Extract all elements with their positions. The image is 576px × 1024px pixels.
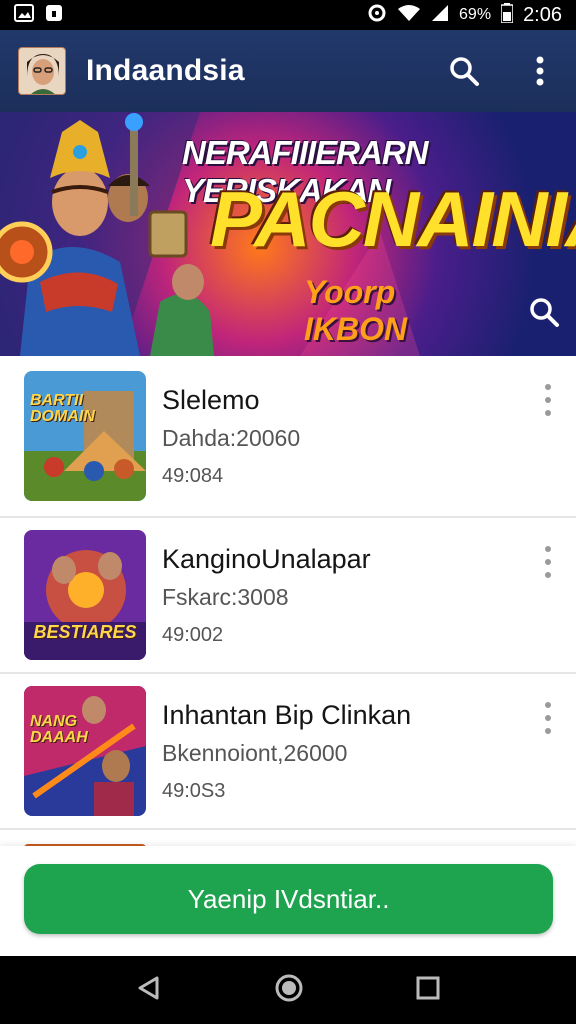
recents-icon[interactable]	[415, 975, 441, 1006]
thumbnail-label: BARTII DOMAIN	[30, 392, 95, 425]
promo-banner[interactable]: NERAFIIIERARN YERISKAKAN PACNAINIA Yoorp…	[0, 112, 576, 356]
app-title: Indaandsia	[86, 54, 245, 87]
game-thumbnail: BESTIARES	[24, 530, 146, 660]
battery-icon	[500, 2, 514, 28]
banner-title: PACNAINIA	[210, 175, 576, 263]
item-text: Inhantan Bip Clinkan Bkennoiont,26000 49…	[162, 698, 552, 804]
item-title: KanginoUnalapar	[162, 544, 371, 574]
item-text: Slelemo Dahda:20060 49:084	[162, 383, 552, 489]
app-bar: Indaandsia	[0, 30, 576, 112]
more-vert-icon[interactable]	[522, 53, 558, 89]
item-title: Inhantan Bip Clinkan	[162, 700, 412, 730]
wifi-icon	[397, 4, 421, 27]
status-time: 2:06	[523, 3, 562, 26]
cellular-icon	[431, 4, 449, 27]
home-icon[interactable]	[274, 973, 304, 1008]
item-subtitle: Dahda:20060	[162, 425, 301, 451]
app-actions	[446, 53, 558, 89]
item-text: KanginoUnalapar Fskarc:3008 49:002	[162, 542, 552, 648]
item-subtitle: Bkennoiont,26000	[162, 740, 348, 766]
avatar[interactable]	[18, 47, 66, 95]
thumbnail-label: BESTIARES	[33, 622, 137, 642]
item-subtitle: Fskarc:3008	[162, 584, 289, 610]
status-bar: 69% 2:06	[0, 0, 576, 30]
more-vert-icon[interactable]	[542, 384, 554, 416]
primary-action-button[interactable]: Yaenip IVdsntiar..	[24, 864, 553, 934]
item-meta: 49:084	[162, 465, 224, 487]
game-list: BARTII DOMAIN Slelemo Dahda:20060 49:084…	[0, 356, 576, 830]
search-icon[interactable]	[528, 296, 560, 333]
game-thumbnail: NANG DAAAH	[24, 686, 146, 816]
status-left-icons	[14, 3, 64, 28]
banner-subtitle: Yoorp IKBON	[304, 274, 408, 347]
system-nav-bar	[0, 956, 576, 1024]
thumbnail-label: NANG DAAAH	[30, 713, 88, 746]
image-icon	[14, 3, 34, 27]
more-vert-icon[interactable]	[542, 702, 554, 734]
battery-percent: 69%	[459, 6, 492, 23]
search-icon[interactable]	[446, 53, 482, 89]
lock-icon	[44, 3, 64, 28]
list-item[interactable]: BARTII DOMAIN Slelemo Dahda:20060 49:084	[0, 356, 576, 518]
data-saver-icon	[367, 3, 387, 28]
back-icon[interactable]	[135, 974, 163, 1007]
item-title: Slelemo	[162, 385, 260, 415]
list-item[interactable]: BESTIARES KanginoUnalapar Fskarc:3008 49…	[0, 518, 576, 674]
game-thumbnail: BARTII DOMAIN	[24, 371, 146, 501]
more-vert-icon[interactable]	[542, 546, 554, 578]
item-meta: 49:0S3	[162, 780, 226, 802]
item-meta: 49:002	[162, 624, 224, 646]
status-right-icons: 69% 2:06	[367, 2, 562, 28]
list-item[interactable]: NANG DAAAH Inhantan Bip Clinkan Bkennoio…	[0, 674, 576, 830]
